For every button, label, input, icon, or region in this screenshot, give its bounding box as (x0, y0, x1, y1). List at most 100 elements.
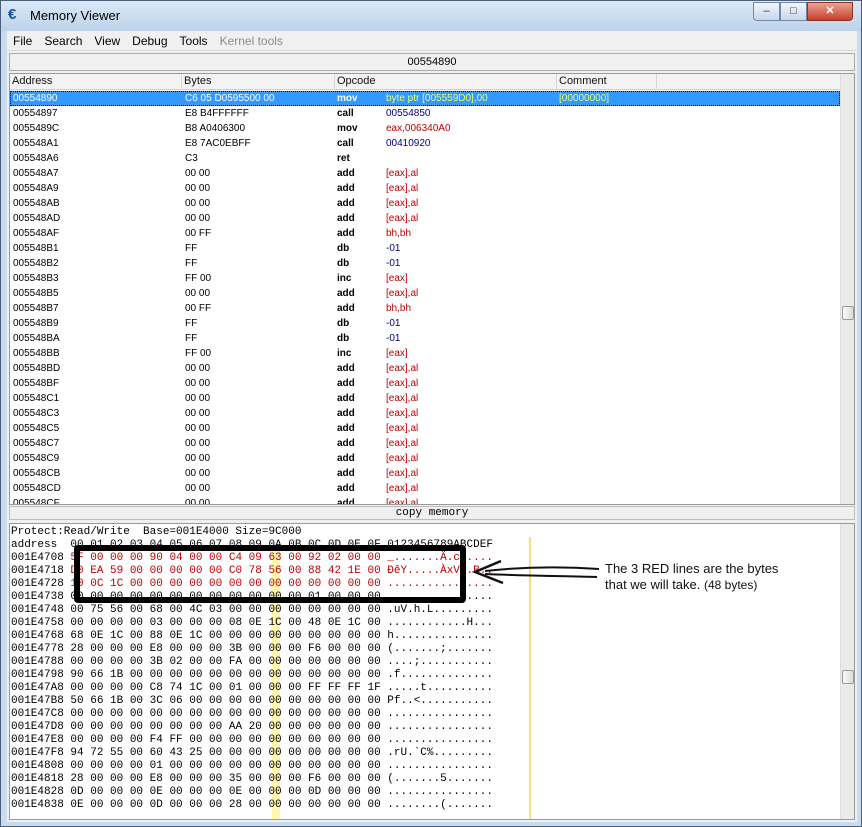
hex-row-ascii[interactable]: .rU.`C%......... (387, 747, 493, 759)
hex-row[interactable]: 001E47C8 00 00 00 00 00 00 00 00 00 00 0… (11, 708, 493, 721)
disasm-row[interactable]: 005548A7 00 00 add [eax],al (10, 166, 840, 181)
disasm-row[interactable]: 005548B2 FF db -01 (10, 256, 840, 271)
hex-row-bytes[interactable]: 68 0E 1C 00 88 0E 1C 00 00 00 00 00 00 0… (70, 630, 380, 642)
disasm-row[interactable]: 005548C5 00 00 add [eax],al (10, 421, 840, 436)
hex-row-bytes[interactable]: 28 00 00 00 E8 00 00 00 3B 00 00 00 F6 0… (70, 643, 380, 655)
close-button[interactable]: ✕ (807, 2, 853, 21)
hex-row-ascii[interactable]: Pf..<........... (387, 695, 493, 707)
hex-row[interactable]: 001E4768 68 0E 1C 00 88 0E 1C 00 00 00 0… (11, 630, 493, 643)
disasm-row[interactable]: 005548CD 00 00 add [eax],al (10, 481, 840, 496)
disasm-row[interactable]: 005548CB 00 00 add [eax],al (10, 466, 840, 481)
column-comment[interactable]: Comment (557, 74, 657, 90)
hex-row[interactable]: 001E47B8 50 66 1B 00 3C 06 00 00 00 00 0… (11, 695, 493, 708)
disasm-address: 005548CD (13, 483, 61, 494)
hex-row[interactable]: 001E4778 28 00 00 00 E8 00 00 00 3B 00 0… (11, 643, 493, 656)
hex-row-ascii[interactable]: (.......;....... (387, 643, 493, 655)
hex-row-ascii[interactable]: ................ (387, 721, 493, 733)
hex-row-bytes[interactable]: 0E 00 00 00 0D 00 00 00 28 00 00 00 00 0… (70, 799, 380, 811)
hex-row[interactable]: 001E4838 0E 00 00 00 0D 00 00 00 28 00 0… (11, 799, 493, 812)
hex-row-bytes[interactable]: 00 75 56 00 68 00 4C 03 00 00 00 00 00 0… (70, 604, 380, 616)
disasm-row[interactable]: 005548A1 E8 7AC0EBFF call 00410920 (10, 136, 840, 151)
disasm-row[interactable]: 005548C1 00 00 add [eax],al (10, 391, 840, 406)
hex-row-ascii[interactable]: ................ (387, 708, 493, 720)
hex-row[interactable]: 001E4828 0D 00 00 00 0E 00 00 00 0E 00 0… (11, 786, 493, 799)
current-address-header[interactable]: 00554890 (9, 53, 855, 71)
hex-row[interactable]: 001E4798 90 66 1B 00 00 00 00 00 00 00 0… (11, 669, 493, 682)
disasm-row[interactable]: 005548BD 00 00 add [eax],al (10, 361, 840, 376)
hex-row-ascii[interactable]: ................ (387, 734, 493, 746)
hex-row-bytes[interactable]: 28 00 00 00 E8 00 00 00 35 00 00 00 F6 0… (70, 773, 380, 785)
disasm-row[interactable]: 005548AB 00 00 add [eax],al (10, 196, 840, 211)
disasm-row[interactable]: 005548AD 00 00 add [eax],al (10, 211, 840, 226)
disassembler-scrollbar[interactable] (840, 74, 854, 504)
disasm-row[interactable]: 005548BB FF 00 inc [eax] (10, 346, 840, 361)
disasm-row[interactable]: 00554890 C6 05 D0595500 00 mov byte ptr [00… (10, 91, 840, 106)
hex-row-ascii[interactable]: (.......5....... (387, 773, 493, 785)
hex-scrollbar[interactable] (840, 524, 854, 819)
disasm-row[interactable]: 005548C3 00 00 add [eax],al (10, 406, 840, 421)
disasm-row[interactable]: 005548B9 FF db -01 (10, 316, 840, 331)
hex-row-ascii[interactable]: ....;........... (387, 656, 493, 668)
hex-row[interactable]: 001E4788 00 00 00 00 3B 02 00 00 FA 00 0… (11, 656, 493, 669)
copy-memory-bar[interactable]: copy memory (9, 506, 855, 520)
hex-row-bytes[interactable]: 00 00 00 00 C8 74 1C 00 01 00 00 00 FF F… (70, 682, 380, 694)
hex-row-bytes[interactable]: 00 00 00 00 F4 FF 00 00 00 00 00 00 00 0… (70, 734, 380, 746)
disassembler-view[interactable]: Address Bytes Opcode Comment 00554890 C6 … (9, 73, 855, 505)
title-bar[interactable]: € Memory Viewer – □ ✕ (1, 1, 861, 31)
column-opcode[interactable]: Opcode (335, 74, 557, 90)
column-bytes[interactable]: Bytes (182, 74, 335, 90)
minimize-button[interactable]: – (753, 2, 780, 21)
menu-file[interactable]: File (7, 31, 38, 51)
disasm-row[interactable]: 005548A6 C3 ret (10, 151, 840, 166)
menu-kernel-tools[interactable]: Kernel tools (214, 31, 289, 51)
menu-tools[interactable]: Tools (174, 31, 214, 51)
hex-row[interactable]: 001E47D8 00 00 00 00 00 00 00 00 AA 20 0… (11, 721, 493, 734)
disasm-opcode: add (337, 363, 355, 374)
disasm-row[interactable]: 0055489C B8 A0406300 mov eax,006340A0 (10, 121, 840, 136)
hex-row-ascii[interactable]: ................ (387, 760, 493, 772)
hex-row[interactable]: 001E47E8 00 00 00 00 F4 FF 00 00 00 00 0… (11, 734, 493, 747)
disasm-row[interactable]: 005548B1 FF db -01 (10, 241, 840, 256)
disasm-row[interactable]: 005548A9 00 00 add [eax],al (10, 181, 840, 196)
hex-row[interactable]: 001E4818 28 00 00 00 E8 00 00 00 35 00 0… (11, 773, 493, 786)
hex-row-ascii[interactable]: ................ (387, 786, 493, 798)
hex-row-bytes[interactable]: 00 00 00 00 01 00 00 00 00 00 00 00 00 0… (70, 760, 380, 772)
disasm-opcode: add (337, 288, 355, 299)
column-address[interactable]: Address (10, 74, 182, 90)
disasm-row[interactable]: 005548B3 FF 00 inc [eax] (10, 271, 840, 286)
hex-row-bytes[interactable]: 00 00 00 00 00 00 00 00 00 00 00 00 00 0… (70, 708, 380, 720)
hex-row-ascii[interactable]: .....t.......... (387, 682, 493, 694)
hex-row-bytes[interactable]: 00 00 00 00 03 00 00 00 08 0E 1C 00 48 0… (70, 617, 380, 629)
disasm-row[interactable]: 005548BA FF db -01 (10, 331, 840, 346)
hex-row[interactable]: 001E47A8 00 00 00 00 C8 74 1C 00 01 00 0… (11, 682, 493, 695)
hex-row-ascii[interactable]: h............... (387, 630, 493, 642)
maximize-button[interactable]: □ (780, 2, 807, 21)
hex-scrollbar-thumb[interactable] (842, 670, 854, 684)
hex-row-bytes[interactable]: 94 72 55 00 60 43 25 00 00 00 00 00 00 0… (70, 747, 380, 759)
disasm-row[interactable]: 005548B5 00 00 add [eax],al (10, 286, 840, 301)
disasm-row[interactable]: 005548AF 00 FF add bh,bh (10, 226, 840, 241)
hex-row-bytes[interactable]: 90 66 1B 00 00 00 00 00 00 00 00 00 00 0… (70, 669, 380, 681)
hex-row-ascii[interactable]: ............H... (387, 617, 493, 629)
disasm-row[interactable]: 005548CF 00 00 add [eax],al (10, 496, 840, 504)
hex-row-bytes[interactable]: 50 66 1B 00 3C 06 00 00 00 00 00 00 00 0… (70, 695, 380, 707)
hex-row-bytes[interactable]: 0D 00 00 00 0E 00 00 00 0E 00 00 00 0D 0… (70, 786, 380, 798)
hex-row-bytes[interactable]: 00 00 00 00 3B 02 00 00 FA 00 00 00 00 0… (70, 656, 380, 668)
hex-row[interactable]: 001E4758 00 00 00 00 03 00 00 00 08 0E 1… (11, 617, 493, 630)
hex-row-bytes[interactable]: 00 00 00 00 00 00 00 00 AA 20 00 00 00 0… (70, 721, 380, 733)
hex-row-ascii[interactable]: .uV.h.L......... (387, 604, 493, 616)
hex-row[interactable]: 001E4748 00 75 56 00 68 00 4C 03 00 00 0… (11, 604, 493, 617)
menu-search[interactable]: Search (38, 31, 88, 51)
disasm-row[interactable]: 00554897 E8 B4FFFFFF call 00554850 (10, 106, 840, 121)
hex-row[interactable]: 001E4808 00 00 00 00 01 00 00 00 00 00 0… (11, 760, 493, 773)
hex-row-ascii[interactable]: .f.............. (387, 669, 493, 681)
disasm-row[interactable]: 005548B7 00 FF add bh,bh (10, 301, 840, 316)
disasm-row[interactable]: 005548BF 00 00 add [eax],al (10, 376, 840, 391)
menu-view[interactable]: View (88, 31, 126, 51)
menu-debug[interactable]: Debug (126, 31, 173, 51)
disasm-row[interactable]: 005548C9 00 00 add [eax],al (10, 451, 840, 466)
disasm-row[interactable]: 005548C7 00 00 add [eax],al (10, 436, 840, 451)
hex-row[interactable]: 001E47F8 94 72 55 00 60 43 25 00 00 00 0… (11, 747, 493, 760)
hex-row-ascii[interactable]: ........(....... (387, 799, 493, 811)
disassembler-scrollbar-thumb[interactable] (842, 306, 854, 320)
